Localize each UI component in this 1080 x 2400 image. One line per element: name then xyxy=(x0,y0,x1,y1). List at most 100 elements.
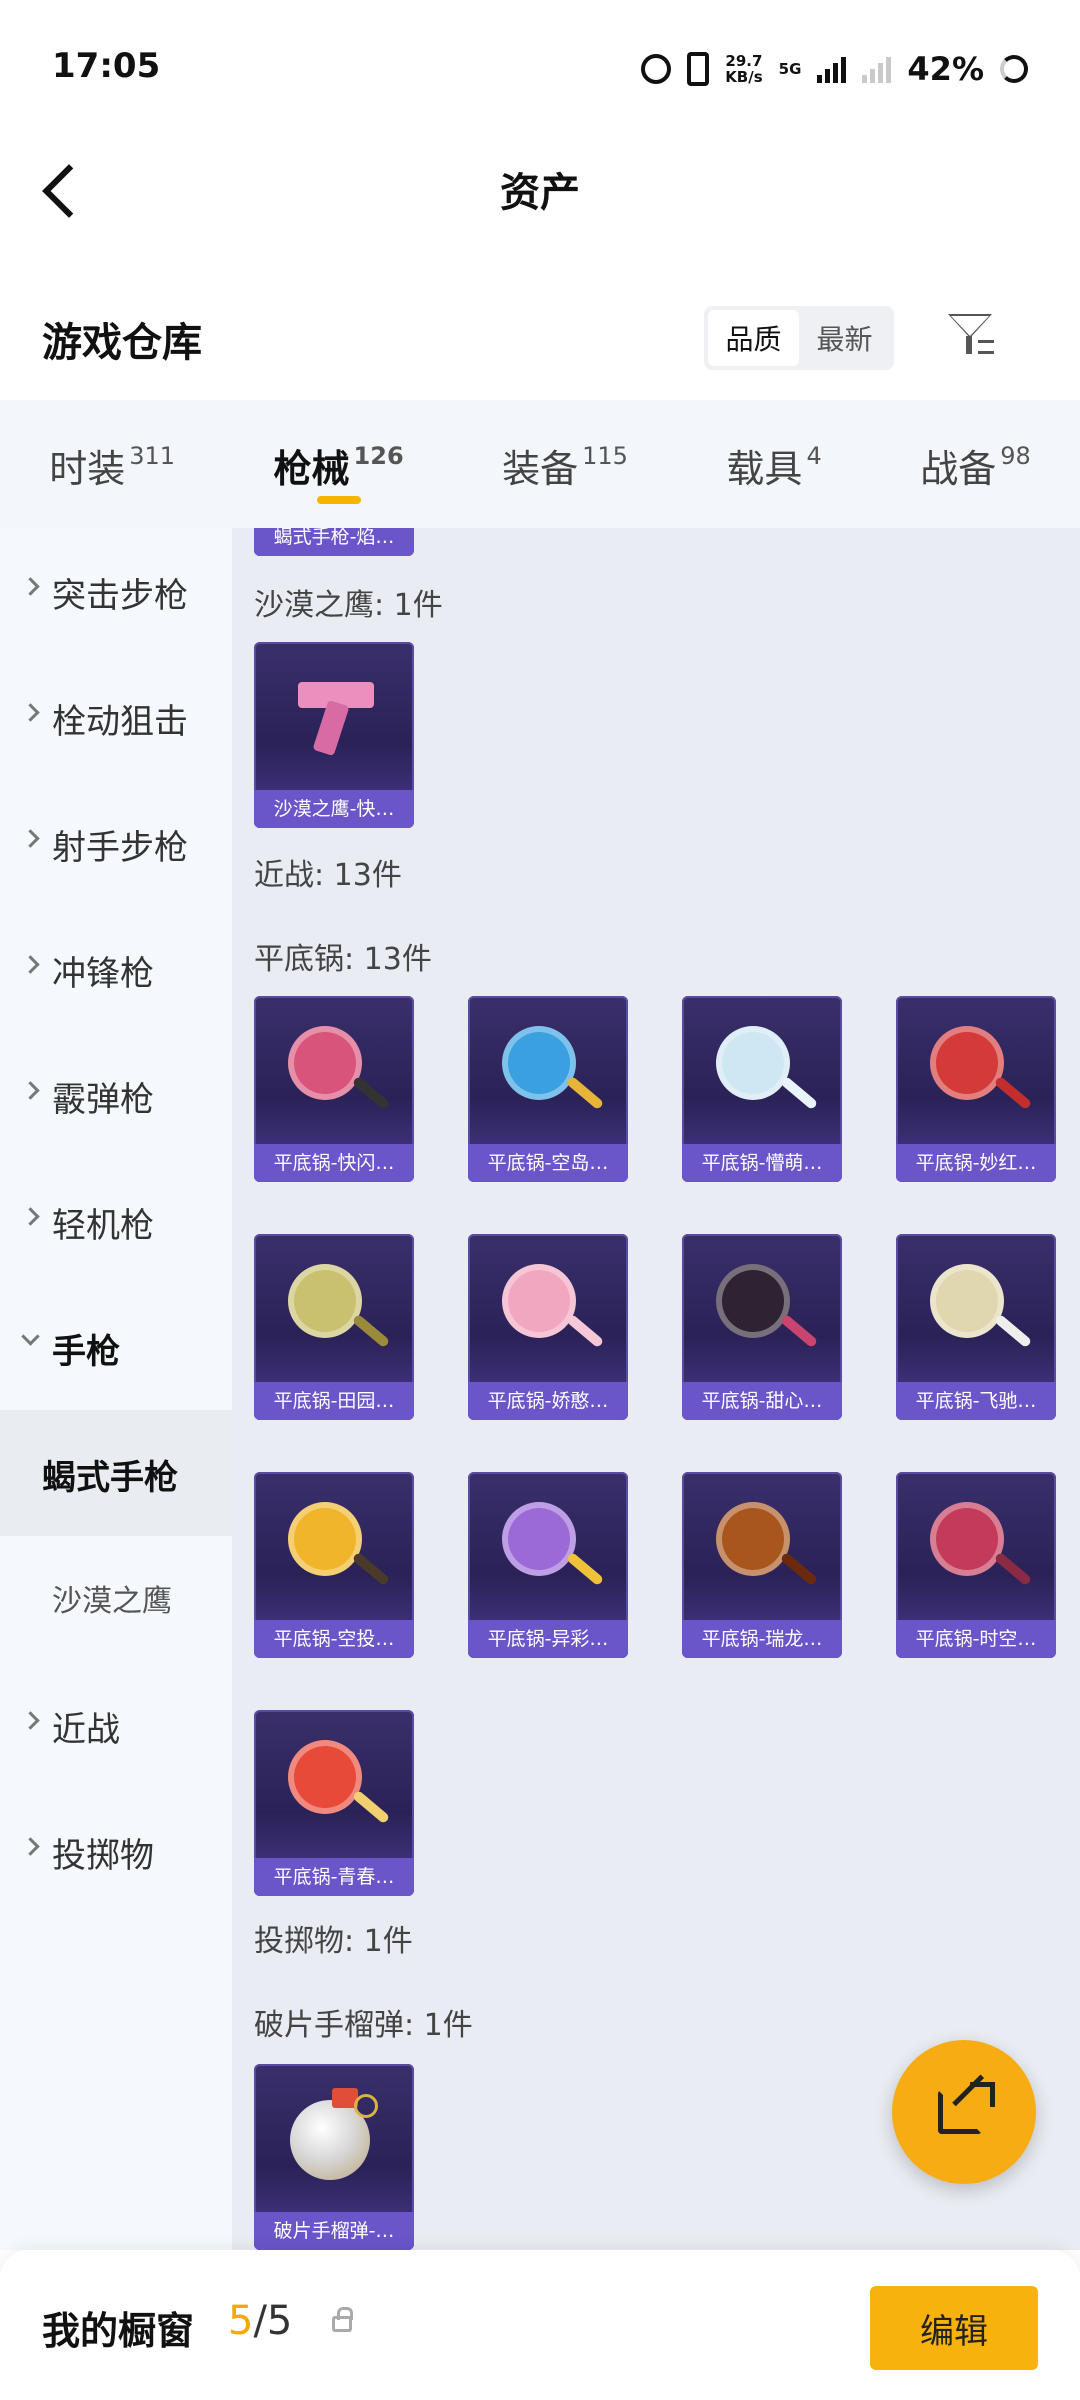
section-title: 游戏仓库 xyxy=(42,320,202,366)
sidebar-item-shotgun[interactable]: 霰弹枪 xyxy=(0,1032,232,1158)
group-label: 近战: 13件 xyxy=(254,858,402,893)
pan-icon xyxy=(896,1234,1056,1384)
pan-icon xyxy=(254,1234,414,1384)
item-caption: 平底锅-快闪… xyxy=(254,1144,414,1182)
pan-icon xyxy=(468,1472,628,1622)
sidebar-item-assault-rifle[interactable]: 突击步枪 xyxy=(0,528,232,654)
tab-count: 98 xyxy=(1000,442,1031,470)
item-card[interactable]: 平底锅-甜心… xyxy=(682,1234,842,1420)
status-bar: 17:05 29.7 KB/s 5G 42% xyxy=(0,0,1080,140)
item-caption: 平底锅-时空… xyxy=(896,1620,1056,1658)
net-speed: 29.7 KB/s xyxy=(725,53,762,85)
sidebar-item-label: 轻机枪 xyxy=(52,1206,154,1246)
item-card[interactable]: 平底锅-青春… xyxy=(254,1710,414,1896)
sort-toggle: 品质 最新 xyxy=(704,306,894,370)
pan-icon xyxy=(468,996,628,1146)
chevron-right-icon xyxy=(21,1207,40,1226)
tab-label: 装备 xyxy=(502,447,579,491)
sidebar-sub-scorpion[interactable]: 蝎式手枪 xyxy=(0,1410,232,1536)
item-caption: 破片手榴弹-… xyxy=(254,2212,414,2250)
item-caption: 平底锅-田园… xyxy=(254,1382,414,1420)
item-card[interactable]: 蝎式手枪-焰… xyxy=(254,528,414,556)
pan-icon xyxy=(254,1472,414,1622)
chevron-right-icon xyxy=(21,703,40,722)
showcase-label: 我的橱窗 xyxy=(42,2309,195,2353)
sidebar-item-label: 栓动狙击 xyxy=(52,702,188,742)
sidebar-item-pistol[interactable]: 手枪 xyxy=(0,1284,232,1410)
item-card[interactable]: 平底锅-妙红… xyxy=(896,996,1056,1182)
group-label: 沙漠之鹰: 1件 xyxy=(254,588,443,623)
item-caption: 平底锅-娇憨… xyxy=(468,1382,628,1420)
item-card[interactable]: 平底锅-田园… xyxy=(254,1234,414,1420)
tab-count: 126 xyxy=(353,442,404,470)
status-icons: 29.7 KB/s 5G 42% xyxy=(641,50,1028,88)
app-header: 资产 xyxy=(0,140,1080,250)
sidebar-sub-deagle[interactable]: 沙漠之鹰 xyxy=(0,1536,232,1662)
group-label: 投掷物: 1件 xyxy=(254,1924,413,1959)
tab-equipment[interactable]: 装备 115 xyxy=(502,400,628,528)
sidebar-sub-label: 沙漠之鹰 xyxy=(52,1584,172,1619)
item-card[interactable]: 平底锅-瑞龙… xyxy=(682,1472,842,1658)
sidebar-item-throwables[interactable]: 投掷物 xyxy=(0,1788,232,1914)
chevron-right-icon xyxy=(21,1711,40,1730)
sort-quality-button[interactable]: 品质 xyxy=(708,310,799,366)
item-card[interactable]: 平底锅-空投… xyxy=(254,1472,414,1658)
item-card[interactable]: 沙漠之鹰-快… xyxy=(254,642,414,828)
item-card[interactable]: 平底锅-空岛… xyxy=(468,996,628,1182)
pan-icon xyxy=(254,1710,414,1860)
chevron-right-icon xyxy=(21,829,40,848)
showcase-count-current: 5 xyxy=(228,2298,254,2344)
tab-count: 115 xyxy=(582,442,628,470)
share-external-icon[interactable] xyxy=(892,2040,1036,2184)
sidebar-item-smg[interactable]: 冲锋枪 xyxy=(0,906,232,1032)
filter-icon[interactable] xyxy=(944,310,1000,366)
sidebar-item-lmg[interactable]: 轻机枪 xyxy=(0,1158,232,1284)
tab-firearms[interactable]: 枪械 126 xyxy=(274,400,404,528)
item-caption: 平底锅-甜心… xyxy=(682,1382,842,1420)
tab-label: 战备 xyxy=(920,447,997,491)
sidebar-sub-label: 蝎式手枪 xyxy=(42,1458,178,1498)
grenade-icon xyxy=(254,2064,414,2214)
alarm-icon xyxy=(641,54,672,84)
section-header: 游戏仓库 品质 最新 xyxy=(0,290,1080,390)
sidebar-item-label: 近战 xyxy=(52,1710,120,1750)
group-label: 破片手榴弹: 1件 xyxy=(254,2008,473,2043)
item-card[interactable]: 平底锅-飞驰… xyxy=(896,1234,1056,1420)
sidebar-item-bolt-sniper[interactable]: 栓动狙击 xyxy=(0,654,232,780)
item-card[interactable]: 平底锅-时空… xyxy=(896,1472,1056,1658)
chevron-down-icon xyxy=(21,1327,40,1346)
tab-fashion[interactable]: 时装 311 xyxy=(49,400,175,528)
item-caption: 沙漠之鹰-快… xyxy=(254,790,414,828)
vibrate-icon xyxy=(687,52,710,86)
tab-vehicles[interactable]: 载具 4 xyxy=(726,400,821,528)
item-card[interactable]: 平底锅-娇憨… xyxy=(468,1234,628,1420)
sidebar-item-label: 突击步枪 xyxy=(52,576,188,616)
signal-icon xyxy=(817,55,847,83)
item-card[interactable]: 平底锅-异彩… xyxy=(468,1472,628,1658)
chevron-right-icon xyxy=(21,1081,40,1100)
pan-icon xyxy=(468,1234,628,1384)
item-card[interactable]: 平底锅-快闪… xyxy=(254,996,414,1182)
sidebar-item-marksman-rifle[interactable]: 射手步枪 xyxy=(0,780,232,906)
battery-level: 42% xyxy=(907,50,984,88)
lock-icon xyxy=(332,2307,353,2332)
net-speed-unit: KB/s xyxy=(725,68,763,86)
item-card[interactable]: 平底锅-懵萌… xyxy=(682,996,842,1182)
pan-icon xyxy=(254,996,414,1146)
sidebar: 突击步枪 栓动狙击 射手步枪 冲锋枪 霰弹枪 轻机枪 手枪 蝎式手枪 沙漠之鹰 … xyxy=(0,528,232,2250)
sidebar-item-label: 投掷物 xyxy=(52,1836,154,1876)
sidebar-item-label: 手枪 xyxy=(52,1332,120,1372)
item-caption: 平底锅-飞驰… xyxy=(896,1382,1056,1420)
pistol-icon xyxy=(254,642,414,792)
sidebar-item-label: 射手步枪 xyxy=(52,828,188,868)
edit-button[interactable]: 编辑 xyxy=(870,2286,1038,2370)
item-caption: 平底锅-瑞龙… xyxy=(682,1620,842,1658)
chevron-right-icon xyxy=(21,1837,40,1856)
sidebar-item-label: 霰弹枪 xyxy=(52,1080,154,1120)
item-caption: 蝎式手枪-焰… xyxy=(254,528,414,556)
item-card[interactable]: 破片手榴弹-… xyxy=(254,2064,414,2250)
sort-newest-button[interactable]: 最新 xyxy=(799,310,890,366)
sidebar-item-melee[interactable]: 近战 xyxy=(0,1662,232,1788)
showcase-count-total: /5 xyxy=(253,2298,293,2344)
tab-supplies[interactable]: 战备 98 xyxy=(920,400,1031,528)
